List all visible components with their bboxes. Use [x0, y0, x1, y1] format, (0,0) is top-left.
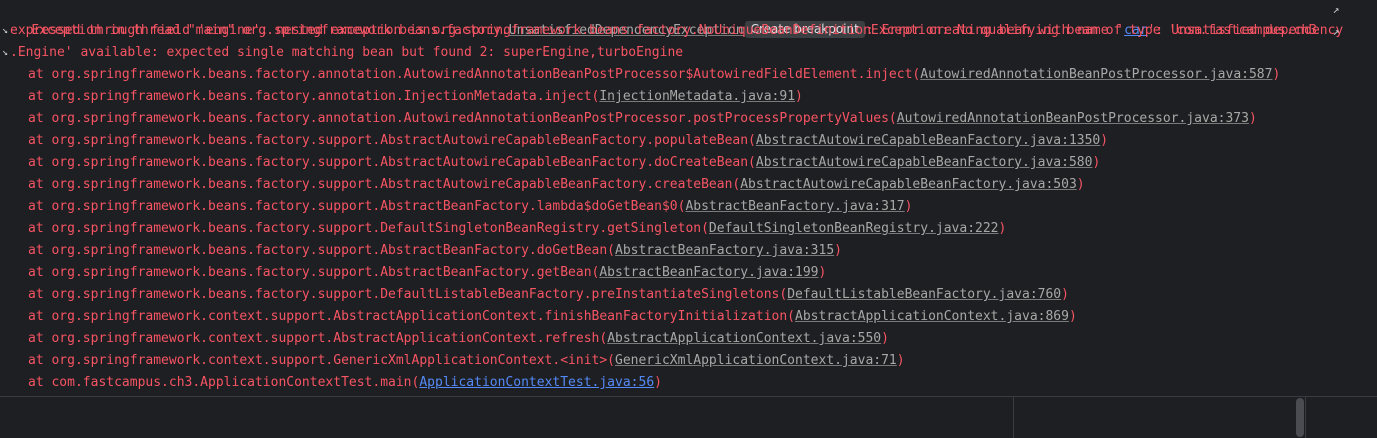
stack-frame-text: at org.springframework.beans.factory.sup… — [28, 287, 788, 302]
stack-frame-line: at org.springframework.context.support.A… — [28, 328, 889, 350]
stack-frame-close: ) — [1076, 177, 1085, 192]
source-file-link[interactable]: DefaultSingletonBeanRegistry.java:222 — [709, 221, 999, 236]
panel-divider — [1013, 397, 1014, 438]
stack-frame-text: at org.springframework.beans.factory.sup… — [28, 243, 615, 258]
source-file-link[interactable]: AbstractAutowireCapableBeanFactory.java:… — [756, 133, 1100, 148]
stack-frame-text: at org.springframework.beans.factory.ann… — [28, 67, 921, 82]
stack-frame-close: ) — [834, 243, 842, 258]
stack-frame-line: at org.springframework.beans.factory.ann… — [28, 86, 803, 108]
source-file-link[interactable]: AutowiredAnnotationBeanPostProcessor.jav… — [920, 67, 1272, 82]
stack-frame-line: at com.fastcampus.ch3.ApplicationContext… — [28, 372, 662, 394]
stack-frame-line: at org.springframework.beans.factory.sup… — [28, 152, 1100, 174]
source-file-link[interactable]: AbstractBeanFactory.java:199 — [599, 265, 818, 280]
source-file-link[interactable]: AutowiredAnnotationBeanPostProcessor.jav… — [897, 111, 1249, 126]
stack-frame-close: ) — [795, 89, 803, 104]
source-file-link[interactable]: DefaultListableBeanFactory.java:760 — [787, 287, 1061, 302]
stack-frame-text: at org.springframework.beans.factory.ann… — [28, 89, 600, 104]
stack-frame-line: at org.springframework.context.support.G… — [28, 350, 905, 372]
exception-line-3: .Engine' available: expected single matc… — [10, 45, 684, 60]
scrollbar[interactable] — [1296, 398, 1304, 437]
stack-frame-text: at org.springframework.beans.factory.sup… — [28, 155, 756, 170]
exception-line-1: Exception in thread "main" org.springfra… — [0, 0, 1343, 38]
stack-frame-text: at org.springframework.beans.factory.sup… — [28, 265, 600, 280]
source-file-link[interactable]: AbstractBeanFactory.java:317 — [685, 199, 904, 214]
line-continuation-icon: ↘ — [2, 47, 9, 58]
line-continuation-icon: ↘ — [2, 25, 9, 36]
stack-frame-close: ) — [896, 353, 905, 368]
stack-frame-line: at org.springframework.beans.factory.ann… — [28, 64, 1280, 86]
stack-frame-text: at org.springframework.context.support.G… — [28, 353, 615, 368]
stack-frame-close: ) — [1092, 155, 1101, 170]
stack-frame-close: ) — [818, 265, 827, 280]
source-file-link[interactable]: AbstractApplicationContext.java:869 — [795, 309, 1069, 324]
stack-frame-close: ) — [1068, 309, 1077, 324]
source-file-link[interactable]: AbstractApplicationContext.java:550 — [607, 331, 881, 346]
console-output[interactable]: Exception in thread "main" org.springfra… — [0, 0, 1377, 396]
source-file-link[interactable]: GenericXmlApplicationContext.java:71 — [615, 353, 897, 368]
source-file-link[interactable]: AbstractAutowireCapableBeanFactory.java:… — [756, 155, 1093, 170]
stack-frame-line: at org.springframework.beans.factory.sup… — [28, 218, 1006, 240]
stack-frame-close: ) — [1061, 287, 1069, 302]
stack-frame-text: at org.springframework.context.support.A… — [28, 309, 796, 324]
source-file-link[interactable]: ApplicationContextTest.java:56 — [419, 375, 654, 390]
stack-frame-close: ) — [1248, 111, 1257, 126]
source-file-link[interactable]: AbstractAutowireCapableBeanFactory.java:… — [740, 177, 1077, 192]
panel-divider — [1305, 397, 1306, 438]
exception-line-2: expressed through field 'engine'; nested… — [10, 23, 1318, 38]
source-file-link[interactable]: InjectionMetadata.java:91 — [599, 89, 795, 104]
stack-frame-close: ) — [1272, 67, 1281, 82]
stack-frame-text: at org.springframework.beans.factory.sup… — [28, 133, 756, 148]
stack-frame-text: at org.springframework.beans.factory.sup… — [28, 177, 741, 192]
stack-frame-close: ) — [881, 331, 889, 346]
stack-frame-close: ) — [654, 375, 662, 390]
stack-frame-line: at org.springframework.beans.factory.sup… — [28, 262, 826, 284]
stack-frame-line: at org.springframework.beans.factory.sup… — [28, 130, 1108, 152]
soft-wrap-icon: ↗ — [1332, 25, 1340, 38]
stack-frame-text: at org.springframework.context.support.A… — [28, 331, 608, 346]
stack-frame-text: at org.springframework.beans.factory.sup… — [28, 221, 709, 236]
stack-frame-close: ) — [904, 199, 913, 214]
stack-frame-line: at org.springframework.beans.factory.sup… — [28, 174, 1085, 196]
stack-frame-line: at org.springframework.beans.factory.ann… — [28, 108, 1257, 130]
stack-frame-line: at org.springframework.beans.factory.sup… — [28, 240, 842, 262]
stack-frame-text: at org.springframework.beans.factory.ann… — [28, 111, 897, 126]
soft-wrap-icon: ↗ — [1332, 3, 1340, 16]
bottom-panel — [0, 396, 1377, 438]
stack-frame-text: at com.fastcampus.ch3.ApplicationContext… — [28, 375, 420, 390]
source-file-link[interactable]: AbstractBeanFactory.java:315 — [615, 243, 834, 258]
stack-frame-close: ) — [1100, 133, 1109, 148]
stack-frame-close: ) — [998, 221, 1007, 236]
stack-frame-line: at org.springframework.beans.factory.sup… — [28, 284, 1069, 306]
stack-frame-text: at org.springframework.beans.factory.sup… — [28, 199, 686, 214]
stack-frame-line: at org.springframework.beans.factory.sup… — [28, 196, 912, 218]
stack-frame-line: at org.springframework.context.support.A… — [28, 306, 1077, 328]
